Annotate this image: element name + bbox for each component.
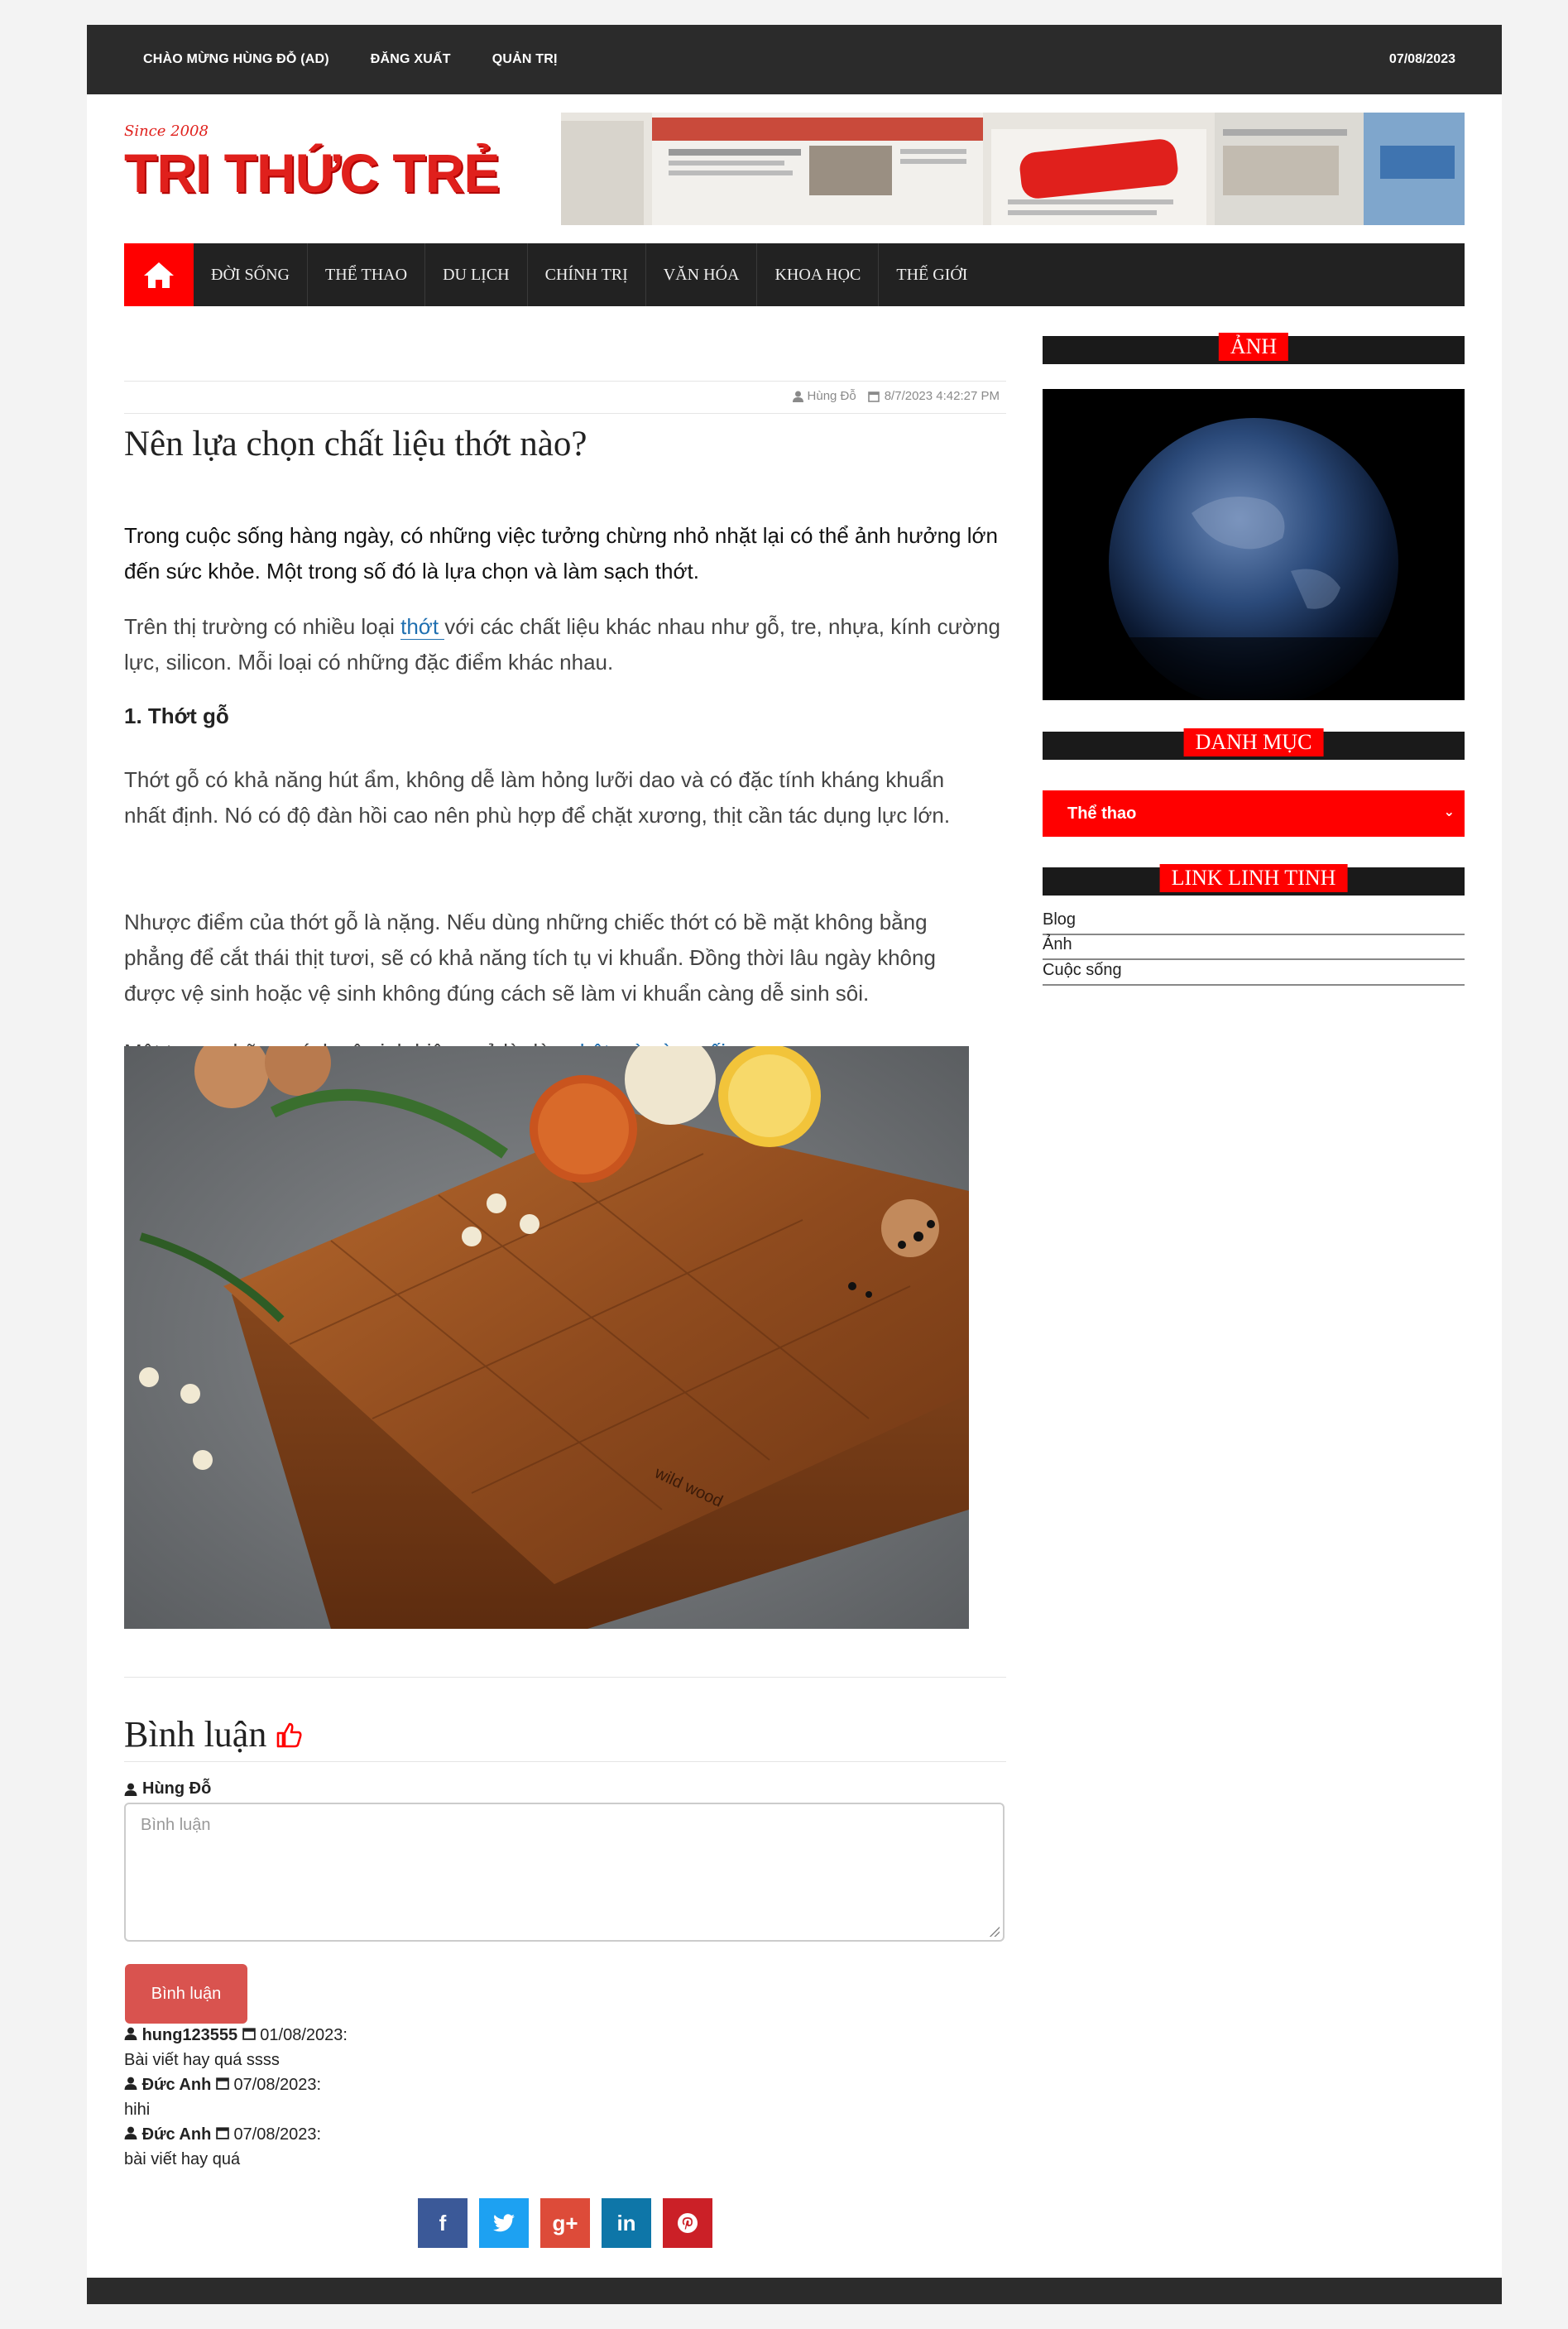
comments-title-text: Bình luận	[124, 1714, 267, 1755]
comment-text: bài viết hay quá	[124, 2150, 241, 2168]
comment-user: Đức Anh	[141, 2125, 212, 2144]
article-meta-bar: Hùng Đỗ 8/7/2023 4:42:27 PM	[124, 381, 1006, 414]
article-paragraph-2: Thớt gỗ có khả năng hút ẩm, không dễ làm…	[124, 767, 951, 828]
share-googleplus-button[interactable]: g+	[540, 2198, 590, 2248]
nav-item-chinh-tri[interactable]: CHÍNH TRỊ	[528, 243, 646, 306]
divider	[124, 1677, 1006, 1678]
share-twitter-button[interactable]	[479, 2198, 529, 2248]
share-bar: f g+ in	[418, 2198, 724, 2248]
chevron-down-icon: ⌄	[1443, 805, 1455, 819]
comment-date: 07/08/2023:	[233, 2076, 322, 2094]
comment-text: Bài viết hay quá ssss	[124, 2051, 280, 2069]
main-nav: ĐỜI SỐNG THỂ THAO DU LỊCH CHÍNH TRỊ VĂN …	[124, 243, 1465, 306]
footer-bar	[87, 2278, 1502, 2304]
nav-item-van-hoa[interactable]: VĂN HÓA	[646, 243, 758, 306]
facebook-icon: f	[439, 2210, 447, 2235]
calendar-icon	[216, 2127, 229, 2139]
comment-date: 07/08/2023:	[233, 2125, 322, 2144]
link-thot[interactable]: thớt	[400, 614, 445, 640]
article-lead: Trong cuộc sống hàng ngày, có những việc…	[124, 523, 998, 583]
comment-user: hung123555	[141, 2026, 238, 2044]
user-icon	[792, 391, 803, 402]
comment-textarea[interactable]: Bình luận	[124, 1803, 1005, 1942]
user-icon	[124, 1783, 137, 1796]
google-plus-icon: g+	[552, 2210, 578, 2235]
site-logo[interactable]: Since 2008 TRI THỨC TRẺ	[124, 122, 538, 230]
submit-comment-button[interactable]: Bình luận	[125, 1964, 247, 2024]
article-title: Nên lựa chọn chất liệu thớt nào?	[124, 425, 587, 463]
calendar-icon	[867, 391, 880, 402]
admin-link[interactable]: QUẢN TRỊ	[492, 52, 558, 67]
home-icon	[144, 262, 174, 288]
logo-since: Since 2008	[124, 122, 209, 140]
comment-header: Đức Anh 07/08/2023:	[124, 2076, 321, 2095]
article-author: Hùng Đỗ	[807, 389, 856, 403]
sidebar-header-links-label: LINK LINH TINH	[1159, 864, 1348, 892]
share-pinterest-button[interactable]	[663, 2198, 712, 2248]
sidebar-earth-image[interactable]	[1043, 389, 1465, 700]
linkedin-icon: in	[616, 2210, 636, 2235]
paragraph-text: Trên thị trường có nhiều loại	[124, 614, 401, 639]
comment-header: hung123555 01/08/2023:	[124, 2026, 348, 2045]
section-heading-thot-go: 1. Thớt gỗ	[124, 704, 229, 728]
calendar-icon	[216, 2077, 229, 2090]
sidebar-header-photo: ẢNH	[1043, 333, 1465, 364]
home-button[interactable]	[124, 243, 194, 306]
thumbs-up-icon	[277, 1722, 302, 1747]
pinterest-icon	[678, 2213, 698, 2233]
comment-header: Đức Anh 07/08/2023:	[124, 2125, 321, 2144]
sidebar-header-category: DANH MỤC	[1043, 728, 1465, 760]
share-facebook-button[interactable]: f	[418, 2198, 468, 2248]
logout-link[interactable]: ĐĂNG XUẤT	[371, 52, 451, 67]
calendar-icon	[242, 2028, 256, 2040]
category-select-value: Thể thao	[1067, 804, 1137, 823]
page: CHÀO MỪNG HÙNG ĐỖ (AD) ĐĂNG XUẤT QUẢN TR…	[87, 25, 1502, 2304]
divider	[124, 1761, 1006, 1762]
comment-placeholder: Bình luận	[141, 1816, 211, 1834]
nav-item-doi-song[interactable]: ĐỜI SỐNG	[194, 243, 308, 306]
article-datetime: 8/7/2023 4:42:27 PM	[884, 389, 1000, 403]
article-image-cutting-board: wild wood	[124, 1046, 969, 1629]
current-user-name: Hùng Đỗ	[142, 1779, 212, 1798]
resize-handle[interactable]	[990, 1927, 1000, 1937]
comment-user: Đức Anh	[141, 2076, 212, 2094]
sidebar-header-category-label: DANH MỤC	[1183, 728, 1324, 756]
welcome-link[interactable]: CHÀO MỪNG HÙNG ĐỖ (AD)	[143, 52, 329, 67]
sidebar-link-blog[interactable]: Blog	[1043, 910, 1465, 935]
comment-current-user: Hùng Đỗ	[124, 1779, 211, 1798]
article-paragraph-1: Trên thị trường có nhiều loại thớt với c…	[124, 609, 1006, 680]
share-linkedin-button[interactable]: in	[602, 2198, 651, 2248]
sidebar-link-anh[interactable]: Ảnh	[1043, 935, 1465, 960]
comments-title: Bình luận	[124, 1713, 303, 1755]
current-date: 07/08/2023	[1388, 52, 1455, 66]
nav-item-the-gioi[interactable]: THẾ GIỚI	[879, 243, 985, 306]
nav-item-du-lich[interactable]: DU LỊCH	[425, 243, 528, 306]
sidebar-header-links: LINK LINH TINH	[1043, 864, 1465, 896]
article-paragraph-3: Nhược điểm của thớt gỗ là nặng. Nếu dùng…	[124, 910, 936, 1006]
sidebar-link-cuoc-song[interactable]: Cuộc sống	[1043, 961, 1465, 986]
user-icon	[124, 2126, 137, 2139]
comment-text: hihi	[124, 2101, 151, 2119]
category-select[interactable]: Thể thao ⌄	[1043, 790, 1465, 837]
logo-name: TRI THỨC TRẺ	[124, 142, 500, 204]
top-bar: CHÀO MỪNG HÙNG ĐỖ (AD) ĐĂNG XUẤT QUẢN TR…	[87, 25, 1502, 94]
header-banner-image	[561, 113, 1465, 225]
comment-date: 01/08/2023:	[260, 2026, 348, 2044]
sidebar-header-photo-label: ẢNH	[1218, 333, 1289, 361]
user-icon	[124, 2027, 137, 2040]
nav-item-khoa-hoc[interactable]: KHOA HỌC	[757, 243, 880, 306]
twitter-icon	[493, 2214, 515, 2232]
user-icon	[124, 2077, 137, 2090]
nav-item-the-thao[interactable]: THỂ THAO	[308, 243, 426, 306]
